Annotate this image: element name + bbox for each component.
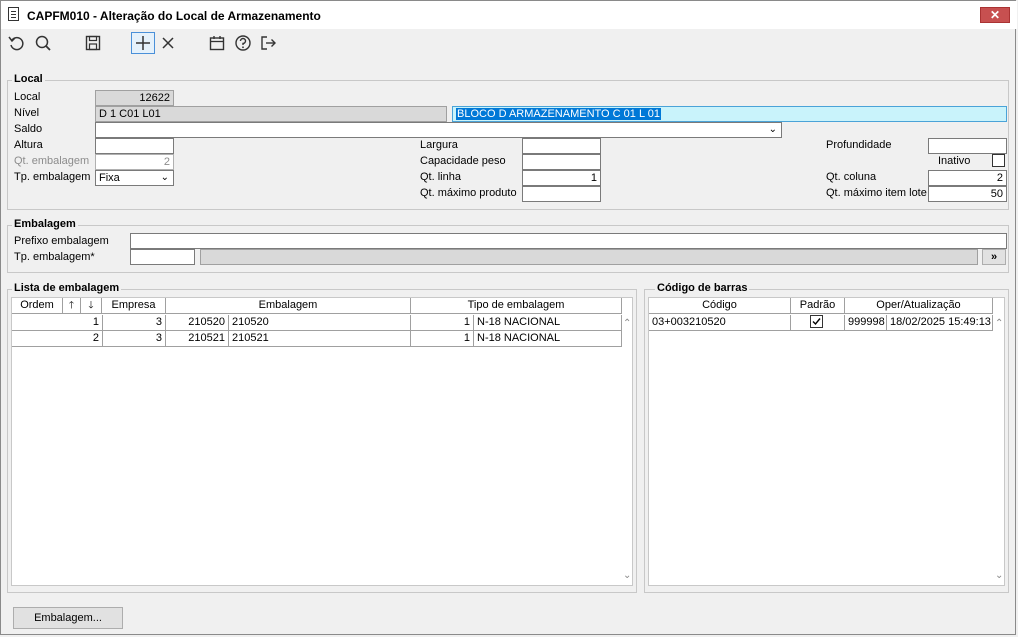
tp-embalagem-lookup-button[interactable]: » xyxy=(982,249,1006,265)
qt-embalagem-label: Qt. embalagem xyxy=(14,155,90,167)
codigo-barras-legend: Código de barras xyxy=(655,282,750,294)
cell-ordem[interactable]: 1 xyxy=(12,315,103,331)
prefixo-embalagem-label: Prefixo embalagem xyxy=(14,235,109,247)
cell-tipo-code[interactable]: 1 xyxy=(411,331,474,347)
largura-label: Largura xyxy=(420,139,458,151)
delete-icon[interactable] xyxy=(158,33,178,53)
cell-empresa[interactable]: 3 xyxy=(103,331,166,347)
help-icon[interactable] xyxy=(233,33,253,53)
capacidade-peso-field[interactable] xyxy=(522,154,601,170)
move-up-icon[interactable]: 🡑 xyxy=(63,298,81,314)
qt-linha-field[interactable]: 1 xyxy=(522,170,601,186)
tp-embalagem-value: Fixa xyxy=(99,172,120,184)
nivel-label: Nível xyxy=(14,107,40,119)
tp-embalagem-desc-field xyxy=(200,249,978,265)
undo-icon[interactable] xyxy=(7,33,27,53)
qt-coluna-field[interactable]: 2 xyxy=(928,170,1007,186)
document-icon xyxy=(8,7,19,21)
codigo-barras-grid[interactable]: Código Padrão Oper/Atualização 03+003210… xyxy=(648,297,1005,586)
col-padrao[interactable]: Padrão xyxy=(791,298,845,314)
col-tipo-embalagem[interactable]: Tipo de embalagem xyxy=(411,298,622,314)
save-icon[interactable] xyxy=(83,33,103,53)
cell-empresa[interactable]: 3 xyxy=(103,315,166,331)
embalagem-button[interactable]: Embalagem... xyxy=(13,607,123,629)
saldo-select[interactable]: ⌄ xyxy=(95,122,782,138)
capacidade-peso-label: Capacidade peso xyxy=(420,155,506,167)
qt-coluna-label: Qt. coluna xyxy=(826,171,877,183)
col-empresa[interactable]: Empresa xyxy=(102,298,166,314)
add-icon[interactable] xyxy=(131,32,155,54)
lista-embalagem-grid[interactable]: Ordem 🡑 🡓 Empresa Embalagem Tipo de emba… xyxy=(11,297,633,586)
title-bar: CAPFM010 - Alteração do Local de Armazen… xyxy=(1,1,1017,29)
col-oper-atualizacao[interactable]: Oper/Atualização xyxy=(845,298,993,314)
largura-field[interactable] xyxy=(522,138,601,154)
qt-embalagem-field: 2 xyxy=(95,154,174,170)
altura-field[interactable] xyxy=(95,138,174,154)
profundidade-label: Profundidade xyxy=(826,139,892,151)
qt-maximo-produto-label: Qt. máximo produto xyxy=(420,187,517,199)
qt-maximo-item-lote-field[interactable]: 50 xyxy=(928,186,1007,202)
cell-tipo-code[interactable]: 1 xyxy=(411,315,474,331)
tp-embalagem-required-label: Tp. embalagem* xyxy=(14,251,95,263)
altura-label: Altura xyxy=(14,139,43,151)
scroll-up-icon[interactable]: ⌃ xyxy=(623,318,631,329)
scroll-down-icon[interactable]: ⌄ xyxy=(995,570,1003,581)
cell-ordem[interactable]: 2 xyxy=(12,331,103,347)
profundidade-field[interactable] xyxy=(928,138,1007,154)
nivel-description-field[interactable]: BLOCO D ARMAZENAMENTO C 01 L 01 xyxy=(452,106,1007,122)
padrao-checkbox[interactable] xyxy=(810,315,823,328)
move-down-icon[interactable]: 🡓 xyxy=(81,298,102,314)
tp-embalagem-label: Tp. embalagem xyxy=(14,171,91,183)
check-icon xyxy=(812,318,821,326)
cell-embalagem-code[interactable]: 210521 xyxy=(166,331,229,347)
exit-icon[interactable] xyxy=(258,33,278,53)
cell-tipo-desc[interactable]: N-18 NACIONAL xyxy=(474,315,622,331)
col-embalagem[interactable]: Embalagem xyxy=(166,298,411,314)
col-codigo[interactable]: Código xyxy=(649,298,791,314)
local-field[interactable]: 12622 xyxy=(95,90,174,106)
inativo-label: Inativo xyxy=(938,155,971,167)
tp-embalagem-code-field[interactable] xyxy=(130,249,195,265)
inativo-checkbox[interactable] xyxy=(992,154,1005,167)
qt-linha-label: Qt. linha xyxy=(420,171,461,183)
cell-atualizacao[interactable]: 18/02/2025 15:49:13 xyxy=(887,315,993,331)
saldo-label: Saldo xyxy=(14,123,43,135)
main-window: CAPFM010 - Alteração do Local de Armazen… xyxy=(0,0,1017,635)
cell-codigo[interactable]: 03+003210520 xyxy=(649,315,791,331)
close-button[interactable]: ✕ xyxy=(980,7,1010,23)
scroll-up-icon[interactable]: ⌃ xyxy=(995,318,1003,329)
prefixo-embalagem-field[interactable] xyxy=(130,233,1007,249)
calendar-icon[interactable] xyxy=(207,33,227,53)
scroll-down-icon[interactable]: ⌄ xyxy=(623,570,631,581)
window-title: CAPFM010 - Alteração do Local de Armazen… xyxy=(27,9,321,23)
cell-embalagem-desc[interactable]: 210520 xyxy=(229,315,411,331)
local-legend: Local xyxy=(12,73,45,85)
cell-padrao[interactable] xyxy=(791,315,845,331)
qt-maximo-item-lote-label: Qt. máximo item lote xyxy=(826,187,927,199)
qt-maximo-produto-field[interactable] xyxy=(522,186,601,202)
cell-tipo-desc[interactable]: N-18 NACIONAL xyxy=(474,331,622,347)
embalagem-legend: Embalagem xyxy=(12,218,78,230)
cell-embalagem-code[interactable]: 210520 xyxy=(166,315,229,331)
chevron-down-icon: ⌄ xyxy=(768,124,777,135)
search-icon[interactable] xyxy=(33,33,53,53)
nivel-field[interactable]: D 1 C01 L01 xyxy=(95,106,447,122)
chevron-down-icon: ⌄ xyxy=(160,172,169,183)
tp-embalagem-select[interactable]: Fixa ⌄ xyxy=(95,170,174,186)
lista-embalagem-legend: Lista de embalagem xyxy=(12,282,122,294)
local-label: Local xyxy=(14,91,41,103)
col-ordem[interactable]: Ordem xyxy=(12,298,63,314)
nivel-description-text: BLOCO D ARMAZENAMENTO C 01 L 01 xyxy=(456,108,661,120)
cell-oper[interactable]: 999998 xyxy=(845,315,887,331)
cell-embalagem-desc[interactable]: 210521 xyxy=(229,331,411,347)
